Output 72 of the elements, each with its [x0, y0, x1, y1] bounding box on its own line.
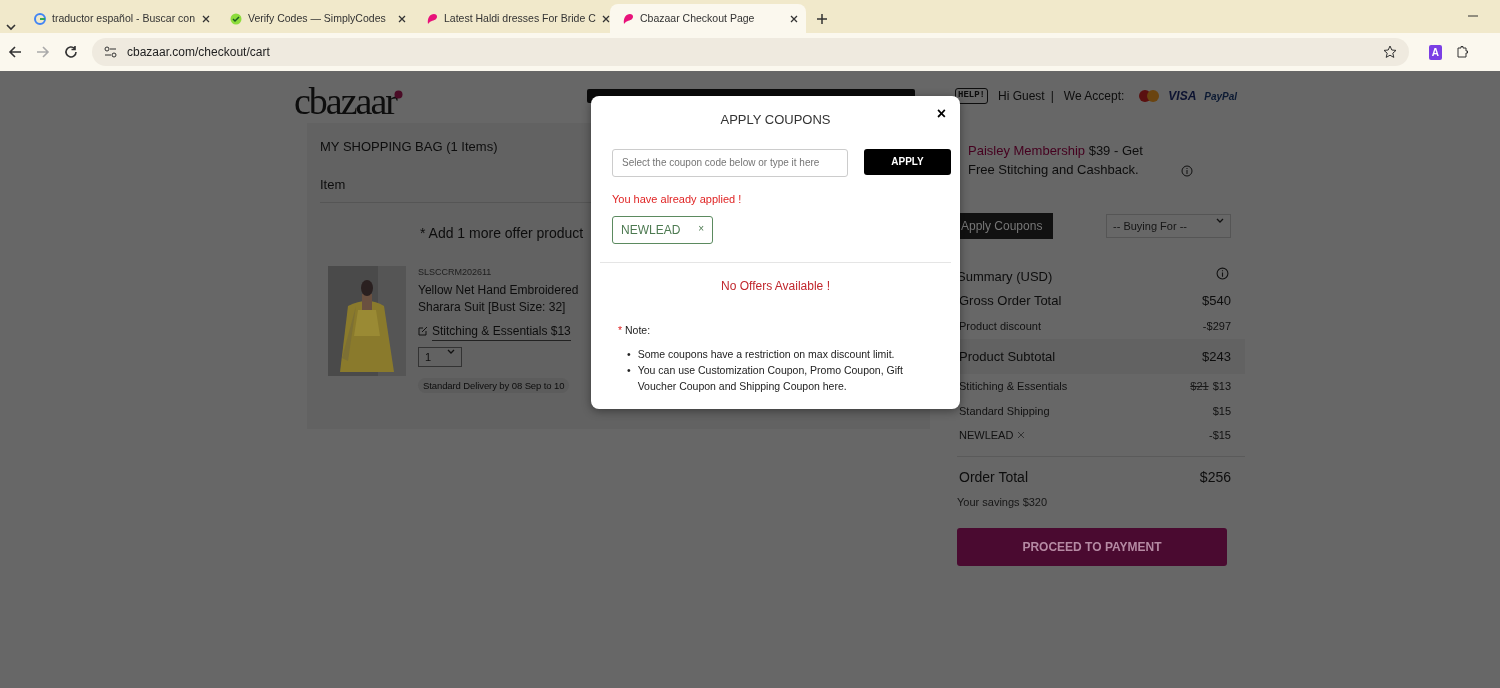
new-tab-icon[interactable]	[816, 13, 828, 25]
browser-tab[interactable]: traductor español - Buscar con	[22, 4, 218, 33]
close-icon[interactable]	[398, 14, 406, 23]
bullet-mark: •	[627, 347, 631, 363]
remove-button[interactable]: ×	[698, 221, 705, 239]
summary-label: Product Subtotal	[959, 347, 1056, 366]
google-icon	[34, 12, 46, 25]
summary-value: $540	[1202, 291, 1231, 310]
separator-text: |	[1050, 88, 1054, 105]
browser-tab[interactable]: Latest Haldi dresses For Bride C	[414, 4, 610, 33]
edit-icon[interactable]	[418, 326, 428, 336]
extensions-icon[interactable]	[1456, 45, 1470, 59]
summary-label: Product discount	[959, 319, 1041, 334]
product-name[interactable]: Yellow Net Hand Embroidered Sharara Suit [Bust Size: 32]	[418, 281, 579, 316]
extension-icon[interactable]: A	[1428, 44, 1442, 60]
chevron-icon	[1216, 217, 1224, 224]
site-logo[interactable]: cbazaar	[294, 82, 396, 120]
browser-tab[interactable]: Verify Codes — SimplyCodes	[218, 4, 414, 33]
paisley-icon	[426, 12, 438, 25]
paisley-icon	[622, 12, 634, 25]
old-price: $21	[1190, 379, 1209, 394]
address-bar[interactable]: cbazaar.com/checkout/cart	[92, 38, 1409, 66]
summary-value: $13	[1212, 379, 1231, 394]
offer-note: * Add 1 more offer product	[420, 225, 584, 241]
product-sku: SLSCCRM202611	[418, 266, 493, 279]
visa-logo: VISA	[1168, 88, 1197, 105]
check-icon	[230, 12, 242, 25]
apply-button[interactable]: APPLY	[864, 148, 951, 175]
savings-text: Your savings $320	[957, 494, 1049, 510]
summary-label: Stitiching & Essentials	[959, 379, 1068, 394]
cart-title: MY SHOPPING BAG (1 Items)	[320, 138, 499, 156]
reload-icon[interactable]	[64, 45, 78, 59]
close-icon[interactable]	[202, 14, 210, 23]
summary-value: -$15	[1208, 428, 1231, 443]
bookmark-star-icon[interactable]	[1382, 45, 1397, 59]
site-settings-icon[interactable]	[104, 46, 117, 58]
membership-text: Paisley Membership $39 - Get Free Stitching and Cashback.	[968, 142, 1144, 179]
browser-tab[interactable]: Cbazaar Checkout Page	[610, 4, 806, 33]
column-heading: Item	[320, 176, 346, 192]
summary-value: -$297	[1202, 319, 1231, 334]
delivery-badge: Standard Delivery by 08 Sep to 10	[418, 378, 570, 393]
modal-title: APPLY COUPONS	[720, 111, 831, 129]
card-icon	[1138, 89, 1161, 103]
summary-label: Standard Shipping	[959, 403, 1050, 419]
quantity-select[interactable]: 1	[418, 346, 463, 367]
greeting-text: Hi Guest	[998, 88, 1045, 105]
close-icon[interactable]	[790, 14, 798, 23]
required-mark: *	[618, 323, 623, 336]
accept-label: We Accept:	[1063, 88, 1125, 105]
summary-value: $256	[1199, 467, 1231, 487]
note-item: You can use Customization Coupon, Promo Coupon, Gift Voucher Coupon and Shipping Coupon here.	[637, 363, 904, 395]
summary-label: NEWLEAD	[959, 428, 1014, 443]
summary-label: Gross Order Total	[959, 291, 1062, 310]
no-offers-text: No Offers Available !	[721, 279, 830, 293]
proceed-button[interactable]: PROCEED TO PAYMENT	[957, 528, 1227, 566]
note-item: Some coupons have a restriction on max discount limit.	[637, 347, 895, 363]
info-icon[interactable]	[1181, 165, 1193, 177]
buying-for-select[interactable]: -- Buying For --	[1106, 213, 1231, 239]
chevron-icon	[447, 348, 456, 355]
paypal-logo: PayPal	[1204, 89, 1238, 104]
applied-coupon-chip: NEWLEAD ×	[612, 216, 714, 244]
summary-value: $15	[1212, 403, 1231, 419]
summary-label: Order Total	[959, 467, 1028, 487]
summary-value: $243	[1202, 347, 1231, 366]
stitching-link[interactable]: Stitching & Essentials $13	[432, 321, 571, 341]
note-label: Note:	[625, 323, 651, 336]
info-icon[interactable]	[1216, 267, 1229, 280]
close-icon[interactable]	[601, 14, 610, 23]
coupon-input[interactable]: Select the coupon code below or type it here	[612, 148, 849, 177]
back-icon[interactable]	[8, 45, 22, 59]
bullet-mark: •	[627, 363, 631, 379]
applied-message: You have already applied !	[612, 192, 742, 205]
